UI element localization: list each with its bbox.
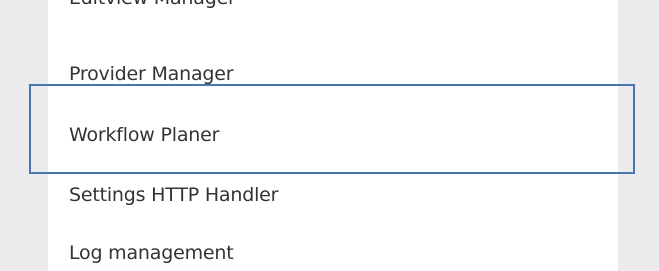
menu-item-provider-manager[interactable]: Provider Manager bbox=[69, 59, 234, 89]
menu-item-editview-manager[interactable]: Editview Manager bbox=[69, 0, 236, 13]
screenshot-stage: Editview Manager Provider Manager Workfl… bbox=[0, 0, 659, 271]
menu-item-workflow-planer[interactable]: Workflow Planer bbox=[69, 120, 219, 150]
menu-item-log-management[interactable]: Log management bbox=[69, 238, 234, 268]
menu-item-settings-http-handler[interactable]: Settings HTTP Handler bbox=[69, 180, 278, 210]
